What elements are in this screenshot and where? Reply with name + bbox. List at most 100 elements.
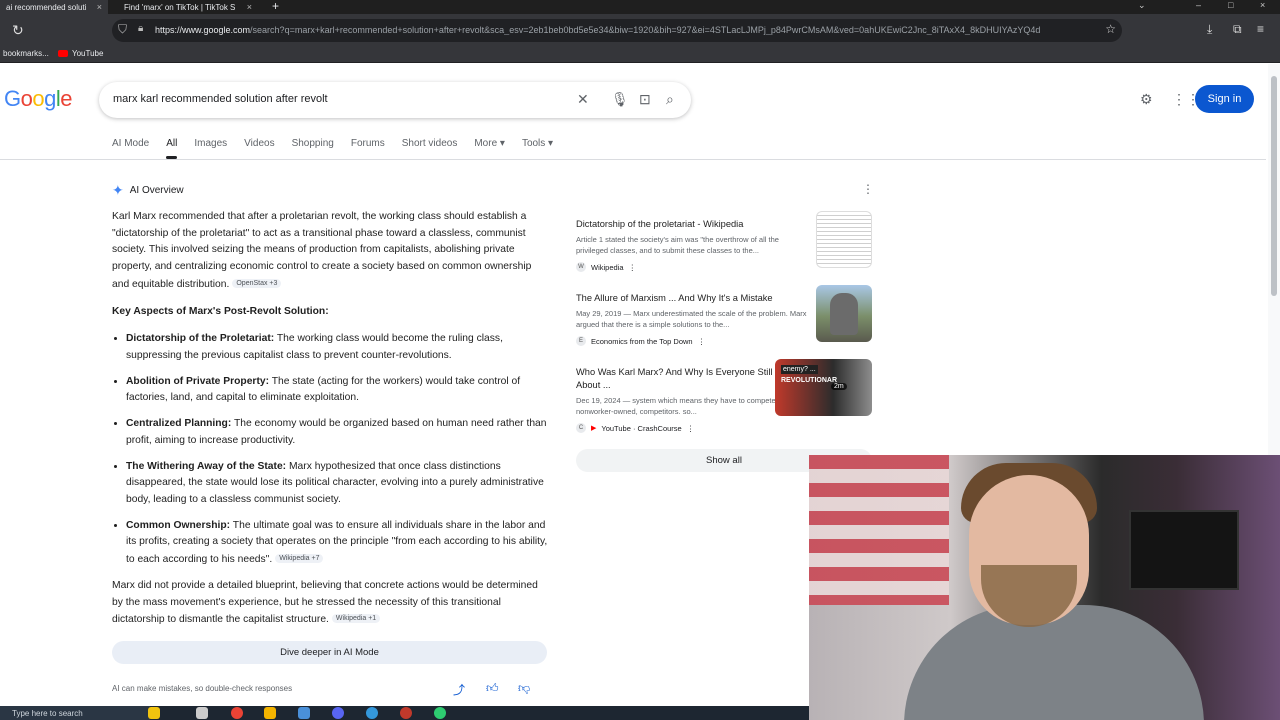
tab-tools[interactable]: Tools ▾ bbox=[522, 138, 553, 149]
task-view-icon[interactable] bbox=[196, 707, 208, 719]
list-item: Common Ownership: The ultimate goal was … bbox=[126, 518, 548, 569]
list-item: Centralized Planning: The economy would … bbox=[126, 416, 548, 449]
ai-closing-text: Marx did not provide a detailed blueprin… bbox=[112, 579, 538, 626]
key-aspects-heading: Key Aspects of Marx's Post-Revolt Soluti… bbox=[112, 305, 329, 317]
search-icon[interactable]: ⌕ bbox=[666, 91, 674, 108]
dive-deeper-button[interactable]: Dive deeper in AI Mode bbox=[112, 641, 547, 664]
maximize-icon[interactable]: □ bbox=[1228, 0, 1233, 10]
thumbs-down-icon[interactable]: 👎︎ bbox=[518, 681, 530, 696]
bookmark-folder[interactable]: bookmarks... bbox=[3, 49, 49, 58]
google-logo[interactable]: Google bbox=[4, 86, 73, 112]
taskbar-app-icon[interactable] bbox=[366, 707, 378, 719]
monitor-background bbox=[1129, 510, 1239, 590]
scrollbar-thumb[interactable] bbox=[1271, 76, 1277, 296]
tab-ai-mode[interactable]: AI Mode bbox=[112, 138, 149, 149]
source-title[interactable]: Dictatorship of the proletariat - Wikipe… bbox=[576, 218, 812, 231]
source-thumbnail[interactable] bbox=[816, 285, 872, 342]
thumbnail-text: REVOLUTIONAR bbox=[781, 377, 837, 384]
source-title[interactable]: The Allure of Marxism ... And Why It's a… bbox=[576, 292, 812, 305]
source-snippet: Article 1 stated the society's aim was "… bbox=[576, 235, 779, 255]
taskbar-search[interactable]: Type here to search bbox=[0, 706, 150, 720]
youtube-icon bbox=[58, 50, 68, 57]
list-item: Dictatorship of the Proletariat: The wor… bbox=[126, 331, 548, 364]
taskbar-app-icon[interactable] bbox=[434, 707, 446, 719]
tab-strip: ai recommended soluti × Find 'marx' on T… bbox=[0, 0, 1280, 14]
bookmark-label: YouTube bbox=[72, 49, 104, 58]
source-chip[interactable]: OpenStax +3 bbox=[232, 278, 282, 288]
source-thumbnail[interactable] bbox=[816, 211, 872, 268]
minimize-icon[interactable]: – bbox=[1196, 0, 1201, 10]
flag-background bbox=[809, 455, 949, 605]
source-card[interactable]: Who Was Karl Marx? And Why Is Everyone S… bbox=[576, 359, 872, 433]
source-card[interactable]: The Allure of Marxism ... And Why It's a… bbox=[576, 285, 872, 346]
url-text[interactable]: https://www.google.com/search?q=marx+kar… bbox=[155, 25, 1095, 35]
taskbar-app-icon[interactable] bbox=[148, 707, 160, 719]
tab-all[interactable]: All bbox=[166, 138, 178, 159]
scrollbar[interactable] bbox=[1268, 64, 1280, 455]
tab-videos[interactable]: Videos bbox=[244, 138, 274, 149]
search-tabs: AI Mode All Images Videos Shopping Forum… bbox=[112, 138, 570, 159]
tab-forums[interactable]: Forums bbox=[351, 138, 385, 149]
share-icon[interactable]: ⤴ bbox=[453, 681, 465, 698]
microphone-icon[interactable]: 🎙︎ bbox=[611, 91, 629, 108]
thumbs-up-icon[interactable]: 👍︎ bbox=[486, 681, 499, 696]
ai-overview-title: AI Overview bbox=[129, 185, 184, 196]
youtube-icon: ▶ bbox=[591, 425, 597, 432]
tab-list-icon[interactable]: ⌄ bbox=[1138, 0, 1146, 11]
tab-shopping[interactable]: Shopping bbox=[292, 138, 334, 149]
bookmark-youtube[interactable]: YouTube bbox=[58, 49, 103, 58]
more-options-icon[interactable]: ⋮ bbox=[629, 263, 637, 272]
tab-more[interactable]: More ▾ bbox=[474, 138, 505, 149]
bookmark-label: bookmarks... bbox=[3, 49, 49, 58]
source-card[interactable]: Dictatorship of the proletariat - Wikipe… bbox=[576, 211, 872, 272]
video-thumbnail[interactable]: enemy? ... REVOLUTIONAR 2m bbox=[775, 359, 872, 416]
lens-icon[interactable]: ⊡ bbox=[639, 91, 651, 108]
extensions-icon[interactable]: ⧉ bbox=[1233, 22, 1242, 37]
list-item: The Withering Away of the State: Marx hy… bbox=[126, 459, 548, 509]
item-term: Abolition of Private Property: bbox=[126, 375, 270, 387]
ai-intro-text: Karl Marx recommended that after a prole… bbox=[112, 211, 532, 290]
close-icon[interactable]: × bbox=[97, 2, 102, 12]
new-tab-icon[interactable]: + bbox=[272, 0, 279, 12]
tab-tiktok[interactable]: Find 'marx' on TikTok | TikTok S × bbox=[118, 0, 258, 14]
key-aspects-list: Dictatorship of the Proletariat: The wor… bbox=[112, 331, 548, 569]
folder-icon[interactable] bbox=[264, 707, 276, 719]
crashcourse-icon: C bbox=[576, 423, 586, 433]
ai-overview-header: ✦ AI Overview bbox=[112, 182, 184, 199]
clear-icon[interactable]: ✕ bbox=[577, 91, 589, 108]
search-box[interactable]: marx karl recommended solution after rev… bbox=[99, 82, 691, 118]
chrome-icon[interactable] bbox=[231, 707, 243, 719]
tab-title: Find 'marx' on TikTok | TikTok S bbox=[124, 2, 236, 12]
window-close-icon[interactable]: × bbox=[1260, 0, 1265, 10]
taskbar-app-icon[interactable] bbox=[400, 707, 412, 719]
tab-active[interactable]: ai recommended soluti × bbox=[0, 0, 108, 14]
more-options-icon[interactable]: ⋮ bbox=[862, 182, 874, 196]
ai-closing: Marx did not provide a detailed blueprin… bbox=[112, 578, 548, 629]
menu-icon[interactable]: ≡ bbox=[1257, 22, 1264, 36]
item-term: Centralized Planning: bbox=[126, 418, 232, 430]
download-icon[interactable]: ⤓ bbox=[1207, 22, 1212, 37]
source-chip[interactable]: Wikipedia +7 bbox=[275, 554, 324, 564]
tab-short-videos[interactable]: Short videos bbox=[402, 138, 458, 149]
reload-icon[interactable]: ↻ bbox=[12, 22, 24, 39]
more-options-icon[interactable]: ⋮ bbox=[698, 337, 706, 346]
tab-images[interactable]: Images bbox=[194, 138, 227, 149]
sign-in-button[interactable]: Sign in bbox=[1195, 85, 1254, 113]
bookmark-star-icon[interactable]: ☆ bbox=[1105, 22, 1116, 36]
settings-icon[interactable]: ⚙ bbox=[1140, 91, 1153, 108]
more-options-icon[interactable]: ⋮ bbox=[687, 424, 695, 433]
source-snippet: May 29, 2019 — Marx underestimated the s… bbox=[576, 309, 807, 329]
taskbar-app-icon[interactable] bbox=[298, 707, 310, 719]
ai-overview-body: Karl Marx recommended that after a prole… bbox=[112, 209, 548, 639]
close-icon[interactable]: × bbox=[247, 2, 252, 12]
search-input[interactable]: marx karl recommended solution after rev… bbox=[113, 93, 328, 105]
discord-icon[interactable] bbox=[332, 707, 344, 719]
item-term: Dictatorship of the Proletariat: bbox=[126, 333, 275, 345]
ai-intro: Karl Marx recommended that after a prole… bbox=[112, 209, 548, 294]
webcam-overlay bbox=[809, 455, 1280, 720]
shield-icon[interactable]: ⛉ bbox=[118, 22, 127, 37]
address-bar[interactable]: ⛉ 🔒︎ https://www.google.com/search?q=mar… bbox=[112, 19, 1122, 42]
item-term: Common Ownership: bbox=[126, 519, 231, 531]
lock-icon[interactable]: 🔒︎ bbox=[138, 23, 143, 34]
source-chip[interactable]: Wikipedia +1 bbox=[331, 614, 381, 624]
